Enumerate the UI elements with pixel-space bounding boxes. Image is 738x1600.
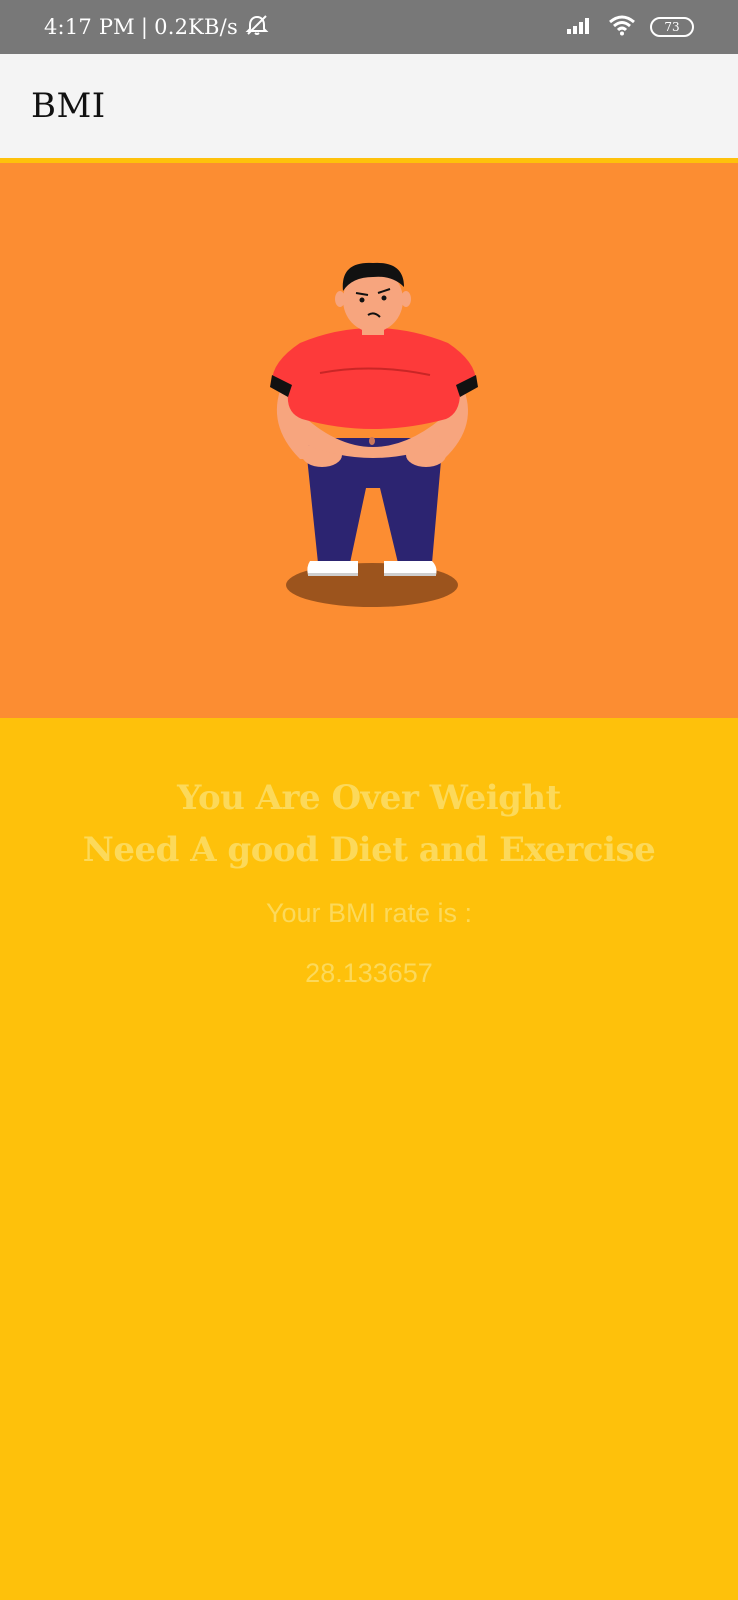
result-headline-line2: Need A good Diet and Exercise (82, 830, 656, 870)
status-time: 4:17 PM (44, 15, 135, 39)
page-title: BMI (31, 86, 106, 126)
status-left: 4:17 PM | 0.2KB/s (44, 13, 270, 42)
battery-icon: 73 (650, 17, 694, 37)
signal-icon (566, 15, 594, 40)
hero-illustration-panel (0, 163, 738, 718)
bmi-label: Your BMI rate is : (265, 898, 473, 928)
result-headline-line1: You Are Over Weight (177, 778, 561, 818)
status-separator: | (140, 15, 149, 39)
battery-level: 73 (664, 20, 680, 34)
wifi-icon (608, 14, 636, 41)
overweight-person-illustration (270, 262, 478, 607)
network-speed: 0.2KB/s (154, 15, 238, 39)
alarm-off-icon (244, 13, 270, 42)
status-bar: 4:17 PM | 0.2KB/s 73 (0, 0, 738, 54)
result-section: You Are Over Weight Need A good Diet and… (0, 718, 738, 1600)
app-bar: BMI (0, 54, 738, 158)
bmi-value: 28.133657 (305, 958, 433, 988)
status-right: 73 (566, 14, 694, 41)
